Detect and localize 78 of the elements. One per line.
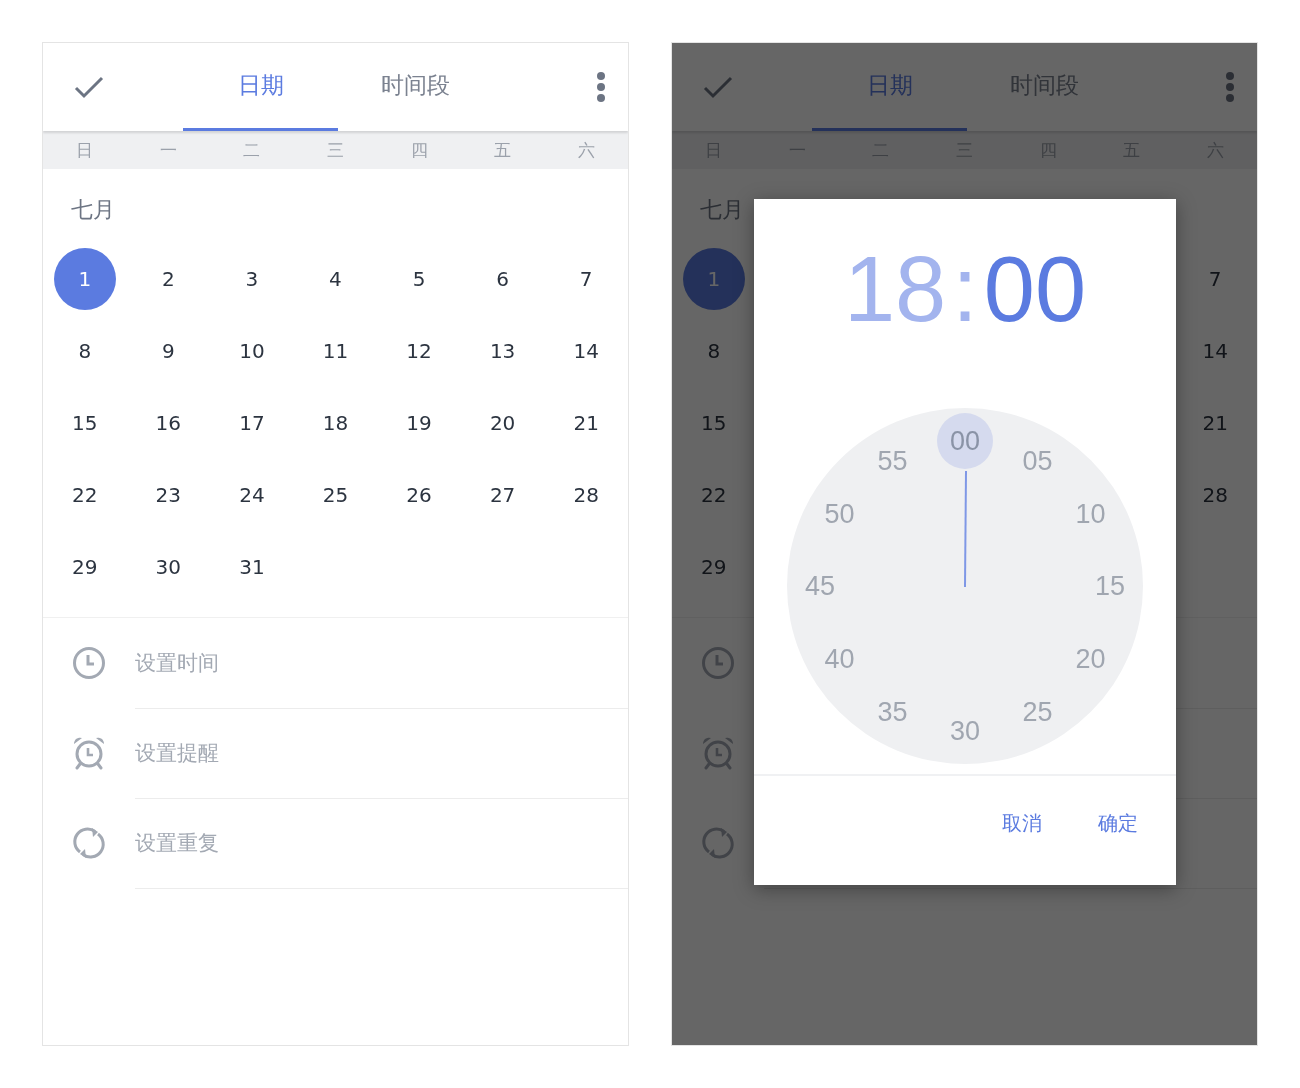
dialog-button[interactable]: 确定 [1090, 806, 1146, 842]
weekday-label: 一 [158, 138, 178, 162]
day-number[interactable]: 27 [471, 464, 534, 526]
option-label[interactable]: 设置时间 [135, 648, 219, 677]
day-number[interactable]: 21 [1184, 392, 1247, 454]
clock-face[interactable]: 00 05 10 15 20 25 30 35 40 45 50 55 [787, 408, 1143, 765]
tab[interactable]: 时间段 [338, 43, 493, 131]
day-number[interactable]: 1 [53, 248, 116, 310]
day-number[interactable]: 11 [304, 320, 367, 382]
day-number[interactable]: 13 [471, 320, 534, 382]
minute-option[interactable]: 05 [1022, 445, 1053, 477]
day-number[interactable]: 7 [555, 248, 618, 310]
minute-option[interactable]: 15 [1095, 570, 1125, 602]
day-number[interactable]: 9 [137, 320, 200, 382]
day-number[interactable]: 28 [555, 464, 618, 526]
day-number[interactable]: 29 [682, 536, 745, 598]
month-label: 七月 [71, 197, 115, 222]
day-number[interactable]: 23 [137, 464, 200, 526]
day-number[interactable]: 3 [220, 248, 283, 310]
alarm-clock-icon [700, 735, 736, 771]
alarm-clock-icon [71, 735, 107, 771]
month-label: 七月 [700, 197, 744, 222]
more-icon[interactable] [596, 72, 606, 102]
clock-icon [700, 645, 736, 681]
day-number[interactable]: 28 [1184, 464, 1247, 526]
day-number[interactable]: 20 [471, 392, 534, 454]
repeat-icon [71, 825, 107, 861]
day-number[interactable]: 5 [388, 248, 451, 310]
day-number[interactable]: 8 [682, 320, 745, 382]
day-number[interactable]: 7 [1184, 248, 1247, 310]
day-number[interactable]: 16 [137, 392, 200, 454]
minute-option[interactable]: 55 [877, 445, 908, 477]
day-number[interactable]: 2 [137, 248, 200, 310]
dialog-button[interactable]: 取消 [994, 806, 1050, 842]
day-number[interactable]: 29 [53, 536, 116, 598]
weekday-label: 日 [75, 138, 95, 162]
minute-option[interactable]: 45 [805, 570, 835, 602]
day-number[interactable]: 15 [53, 392, 116, 454]
day-number[interactable]: 26 [388, 464, 451, 526]
minute-option[interactable]: 40 [824, 643, 855, 675]
day-number[interactable]: 31 [220, 536, 283, 598]
minute-option[interactable]: 35 [877, 696, 908, 728]
weekday-label: 三 [326, 138, 345, 162]
weekday-label: 六 [576, 138, 596, 162]
day-number[interactable]: 22 [682, 464, 745, 526]
option-label[interactable]: 设置提醒 [135, 738, 219, 767]
day-number[interactable]: 10 [220, 320, 283, 382]
minute-option[interactable]: 50 [824, 498, 855, 530]
option-label[interactable]: 设置重复 [135, 828, 219, 857]
day-number[interactable]: 14 [1184, 320, 1247, 382]
weekday-label: 二 [242, 138, 262, 162]
weekday-label: 四 [409, 138, 429, 162]
day-number[interactable]: 18 [304, 392, 367, 454]
day-number[interactable]: 30 [137, 536, 200, 598]
day-number[interactable]: 22 [53, 464, 116, 526]
day-number[interactable]: 14 [555, 320, 618, 382]
day-number[interactable]: 24 [220, 464, 283, 526]
minute-option[interactable]: 00 [937, 413, 993, 470]
day-number[interactable]: 12 [388, 320, 451, 382]
day-number[interactable]: 4 [304, 248, 367, 310]
day-number[interactable]: 25 [304, 464, 367, 526]
minute-option[interactable]: 20 [1075, 643, 1106, 675]
weekday-label: 五 [493, 138, 513, 162]
repeat-icon [700, 825, 736, 861]
minute-option[interactable]: 30 [950, 715, 980, 747]
day-number[interactable]: 6 [471, 248, 534, 310]
day-number[interactable]: 1 [682, 248, 745, 310]
minute-option[interactable]: 25 [1022, 696, 1053, 728]
minute-option[interactable]: 10 [1075, 498, 1106, 530]
clock-icon [71, 645, 107, 681]
day-number[interactable]: 8 [53, 320, 116, 382]
minute-display[interactable]: 00 [983, 239, 1087, 341]
day-number[interactable]: 21 [555, 392, 618, 454]
day-number[interactable]: 17 [220, 392, 283, 454]
more-icon[interactable] [1225, 72, 1235, 102]
time-separator: : [951, 239, 979, 341]
day-number[interactable]: 19 [388, 392, 451, 454]
day-number[interactable]: 15 [682, 392, 745, 454]
